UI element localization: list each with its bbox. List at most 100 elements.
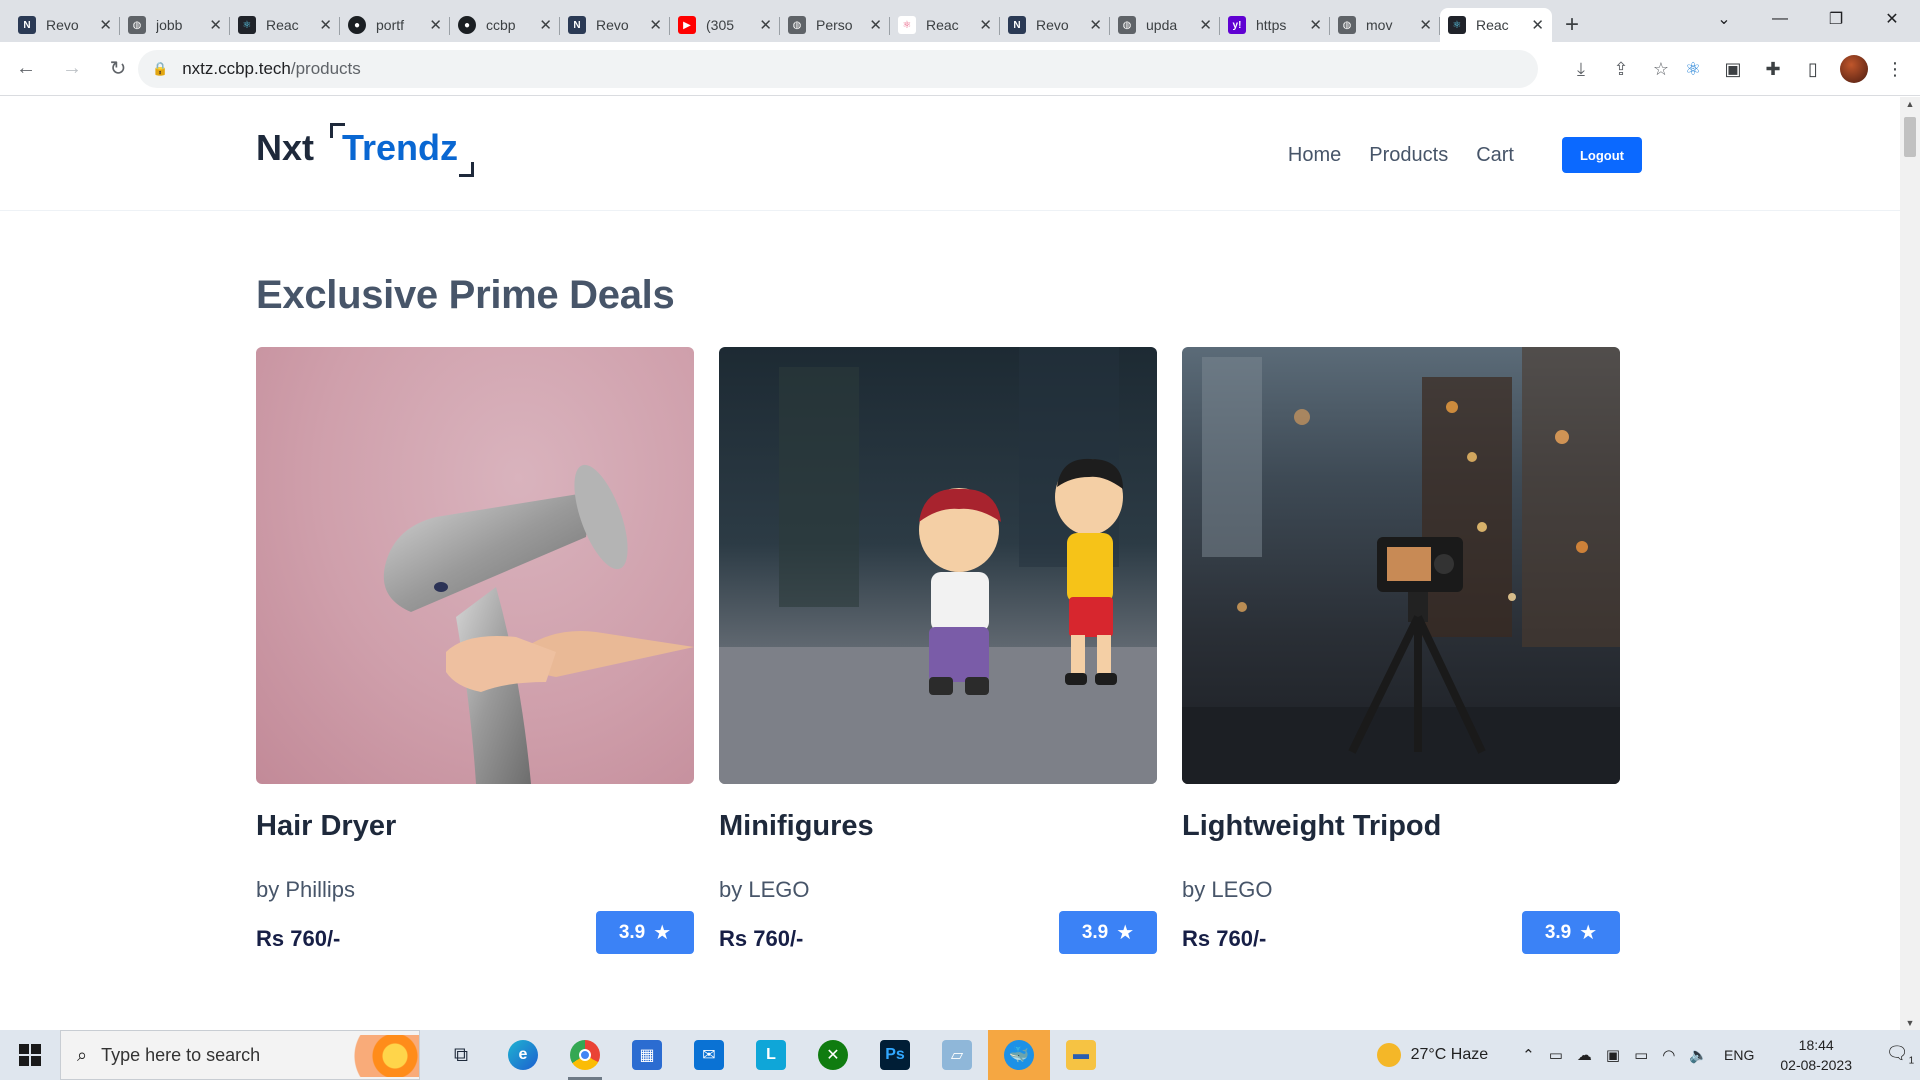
- browser-tab[interactable]: ▶ (305 ✕: [670, 8, 780, 42]
- menu-kebab-icon[interactable]: ⋮: [1882, 59, 1908, 80]
- github-icon: ●: [458, 16, 476, 34]
- windows-logo-icon: [19, 1044, 41, 1066]
- windows-start-button[interactable]: [0, 1030, 60, 1080]
- chevron-up-icon[interactable]: ⌃: [1522, 1046, 1535, 1064]
- browser-tab-active[interactable]: ⚛ Reac ✕: [1440, 8, 1552, 42]
- browser-tab[interactable]: y! https ✕: [1220, 8, 1330, 42]
- browser-tab[interactable]: ● portf ✕: [340, 8, 450, 42]
- page-scrollbar[interactable]: ▲ ▼: [1900, 97, 1920, 1030]
- nav-products-link[interactable]: Products: [1369, 144, 1448, 167]
- extension-icon[interactable]: ▣: [1720, 59, 1746, 80]
- language-indicator[interactable]: ENG: [1724, 1047, 1754, 1063]
- scrollbar-thumb[interactable]: [1904, 117, 1916, 157]
- scroll-down-icon[interactable]: ▼: [1900, 1018, 1920, 1028]
- mail-icon[interactable]: ✉: [678, 1030, 740, 1080]
- store-icon[interactable]: ▦: [616, 1030, 678, 1080]
- display-icon[interactable]: ▣: [1606, 1046, 1620, 1064]
- volume-icon[interactable]: 🔈: [1689, 1046, 1708, 1064]
- weather-text: 27°C Haze: [1410, 1046, 1489, 1063]
- url-host: nxtz.ccbp.tech: [182, 59, 291, 78]
- bookmark-star-icon[interactable]: ☆: [1650, 59, 1672, 80]
- product-price: Rs 760/-: [1182, 925, 1267, 951]
- scroll-up-icon[interactable]: ▲: [1900, 99, 1920, 109]
- close-icon[interactable]: ✕: [1419, 16, 1432, 34]
- product-card[interactable]: Minifigures by LEGO Rs 760/- 3.9 ★: [719, 347, 1157, 954]
- back-icon[interactable]: ←: [6, 49, 46, 89]
- react-devtools-icon[interactable]: ⚛: [1680, 59, 1706, 80]
- clock[interactable]: 18:44 02-08-2023: [1780, 1035, 1852, 1075]
- lock-icon[interactable]: 🔒: [152, 61, 168, 77]
- browser-tab[interactable]: ◍ Perso ✕: [780, 8, 890, 42]
- browser-tab[interactable]: ● ccbp ✕: [450, 8, 560, 42]
- address-bar[interactable]: 🔒 nxtz.ccbp.tech/products: [138, 50, 1538, 88]
- profile-avatar[interactable]: [1840, 55, 1868, 83]
- tab-label: portf: [376, 17, 405, 33]
- product-card[interactable]: Lightweight Tripod by LEGO Rs 760/- 3.9 …: [1182, 347, 1620, 954]
- browser-tab[interactable]: N Revo ✕: [560, 8, 670, 42]
- close-icon[interactable]: ✕: [1089, 16, 1102, 34]
- share-icon[interactable]: ⇪: [1610, 59, 1632, 80]
- site-logo[interactable]: Nxt Trendz: [256, 123, 475, 177]
- product-image-hair-dryer[interactable]: [256, 347, 694, 784]
- browser-tab[interactable]: ◍ upda ✕: [1110, 8, 1220, 42]
- minimize-icon[interactable]: —: [1752, 10, 1808, 28]
- product-image-minifigures[interactable]: [719, 347, 1157, 784]
- tab-label: https: [1256, 17, 1287, 33]
- close-icon[interactable]: ✕: [1199, 16, 1212, 34]
- puzzle-icon[interactable]: ✚: [1760, 59, 1786, 80]
- onedrive-icon[interactable]: ☁: [1577, 1046, 1592, 1064]
- wifi-icon[interactable]: ◠: [1662, 1046, 1675, 1064]
- close-icon[interactable]: ✕: [209, 16, 222, 34]
- taskbar-search-box[interactable]: ⌕ Type here to search: [60, 1030, 420, 1080]
- browser-tab[interactable]: ⚛ Reac ✕: [230, 8, 340, 42]
- close-icon[interactable]: ✕: [1531, 16, 1544, 34]
- close-icon[interactable]: ✕: [869, 16, 882, 34]
- product-brand: by LEGO: [1182, 877, 1273, 902]
- tab-label: Reac: [1476, 17, 1509, 33]
- edge-icon[interactable]: e: [492, 1030, 554, 1080]
- chrome-icon[interactable]: [554, 1030, 616, 1080]
- docker-icon[interactable]: 🐳: [988, 1030, 1050, 1080]
- install-app-icon[interactable]: ⤓: [1570, 59, 1592, 80]
- reload-icon[interactable]: ↻: [98, 49, 138, 89]
- side-panel-icon[interactable]: ▯: [1800, 59, 1826, 80]
- close-window-icon[interactable]: ✕: [1864, 9, 1920, 29]
- react-icon: ⚛: [1448, 16, 1466, 34]
- meet-now-icon[interactable]: ▭: [1549, 1046, 1563, 1064]
- browser-tab[interactable]: ◍ mov ✕: [1330, 8, 1440, 42]
- close-icon[interactable]: ✕: [1309, 16, 1322, 34]
- linkedin-learning-icon[interactable]: L: [740, 1030, 802, 1080]
- notification-center-icon[interactable]: 🗨1: [1880, 1043, 1920, 1067]
- restore-icon[interactable]: ❐: [1808, 9, 1864, 29]
- forward-icon[interactable]: →: [52, 49, 92, 89]
- weather-widget[interactable]: 27°C Haze: [1376, 1043, 1489, 1067]
- close-icon[interactable]: ✕: [429, 16, 442, 34]
- new-tab-button[interactable]: +: [1552, 8, 1592, 42]
- close-icon[interactable]: ✕: [99, 16, 112, 34]
- browser-tab[interactable]: ◍ jobb ✕: [120, 8, 230, 42]
- browser-tab[interactable]: ⚛ Reac ✕: [890, 8, 1000, 42]
- close-icon[interactable]: ✕: [319, 16, 332, 34]
- product-card[interactable]: Hair Dryer by Phillips Rs 760/- 3.9 ★: [256, 347, 694, 954]
- nav-home-link[interactable]: Home: [1288, 144, 1341, 167]
- file-explorer-icon[interactable]: ▬: [1050, 1030, 1112, 1080]
- notes-app-icon[interactable]: ▱: [926, 1030, 988, 1080]
- photoshop-icon[interactable]: Ps: [864, 1030, 926, 1080]
- task-view-icon[interactable]: ⧉: [430, 1030, 492, 1080]
- clock-date: 02-08-2023: [1780, 1057, 1852, 1073]
- battery-icon[interactable]: ▭: [1634, 1046, 1648, 1064]
- tab-label: mov: [1366, 17, 1393, 33]
- tab-search-icon[interactable]: ⌄: [1696, 9, 1752, 29]
- close-icon[interactable]: ✕: [979, 16, 992, 34]
- close-icon[interactable]: ✕: [649, 16, 662, 34]
- product-image-tripod[interactable]: [1182, 347, 1620, 784]
- xbox-icon[interactable]: ✕: [802, 1030, 864, 1080]
- logout-button[interactable]: Logout: [1562, 137, 1642, 173]
- close-icon[interactable]: ✕: [539, 16, 552, 34]
- browser-tab[interactable]: N Revo ✕: [1000, 8, 1110, 42]
- close-icon[interactable]: ✕: [759, 16, 772, 34]
- browser-toolbar: ← → ↻ 🔒 nxtz.ccbp.tech/products ⤓ ⇪ ☆ ⚛ …: [0, 42, 1920, 96]
- browser-tab[interactable]: N Revo ✕: [10, 8, 120, 42]
- taskbar-search-placeholder: Type here to search: [101, 1044, 261, 1065]
- nav-cart-link[interactable]: Cart: [1476, 144, 1514, 167]
